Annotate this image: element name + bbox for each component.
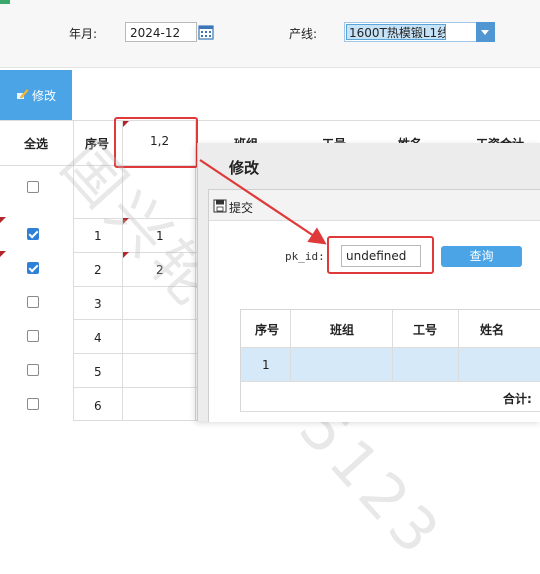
- edit-button-label: 修改: [31, 88, 56, 103]
- row-seq: 5: [94, 365, 102, 379]
- grid-line: [240, 411, 540, 412]
- grid-line: [240, 381, 540, 382]
- line-select-value[interactable]: 1600T热模锻L1线: [346, 24, 446, 40]
- changed-marker: [123, 218, 129, 224]
- filter-row-checkbox[interactable]: [27, 181, 39, 193]
- line-label: 产线:: [289, 27, 318, 41]
- arrow-annotation: [199, 159, 327, 245]
- dialog-team-header: 班组: [330, 323, 355, 337]
- month-input[interactable]: 2024-12: [125, 22, 197, 42]
- batch-input-cell[interactable]: 1,2: [150, 134, 169, 148]
- changed-marker: [0, 251, 6, 257]
- pk-id-input[interactable]: undefined: [341, 245, 421, 267]
- edit-icon: [16, 88, 29, 103]
- grid-line: [0, 120, 540, 121]
- seq-header: 序号: [85, 137, 110, 151]
- row-checkbox[interactable]: [27, 398, 39, 410]
- grid-line: [73, 120, 74, 421]
- grid-line: [73, 252, 198, 253]
- grid-line: [290, 309, 291, 381]
- row-checkbox[interactable]: [27, 296, 39, 308]
- row-seq: 4: [94, 331, 102, 345]
- dialog-seq-header: 序号: [255, 323, 280, 337]
- month-label: 年月:: [69, 27, 98, 41]
- row-cell[interactable]: 2: [156, 263, 164, 277]
- row-checkbox[interactable]: [27, 262, 39, 274]
- selected-row[interactable]: [241, 348, 540, 381]
- chevron-down-icon[interactable]: [476, 22, 495, 42]
- row-cell[interactable]: 1: [156, 229, 164, 243]
- dialog-row-seq: 1: [262, 358, 270, 372]
- row-seq: 2: [94, 263, 102, 277]
- grid-line: [73, 387, 198, 388]
- query-button[interactable]: 查询: [441, 246, 522, 267]
- row-checkbox[interactable]: [27, 364, 39, 376]
- row-seq: 3: [94, 297, 102, 311]
- grid-line: [73, 286, 198, 287]
- row-seq: 1: [94, 229, 102, 243]
- row-seq: 6: [94, 399, 102, 413]
- changed-marker: [0, 217, 6, 223]
- accent-strip: [0, 0, 10, 4]
- select-all-header[interactable]: 全选: [24, 135, 48, 152]
- grid-line: [392, 309, 393, 381]
- dialog-total-label: 合计:: [503, 392, 532, 406]
- dialog-name-header: 姓名: [480, 323, 505, 337]
- calendar-icon[interactable]: [197, 22, 215, 42]
- row-checkbox[interactable]: [27, 228, 39, 240]
- dialog-emp-no-header: 工号: [413, 323, 438, 337]
- grid-line: [73, 353, 198, 354]
- edit-button[interactable]: 修改: [0, 70, 72, 120]
- grid-line: [458, 309, 459, 381]
- row-checkbox[interactable]: [27, 330, 39, 342]
- changed-marker: [123, 121, 129, 127]
- grid-line: [73, 319, 198, 320]
- pk-id-label: pk_id:: [285, 250, 325, 263]
- changed-marker: [123, 252, 129, 258]
